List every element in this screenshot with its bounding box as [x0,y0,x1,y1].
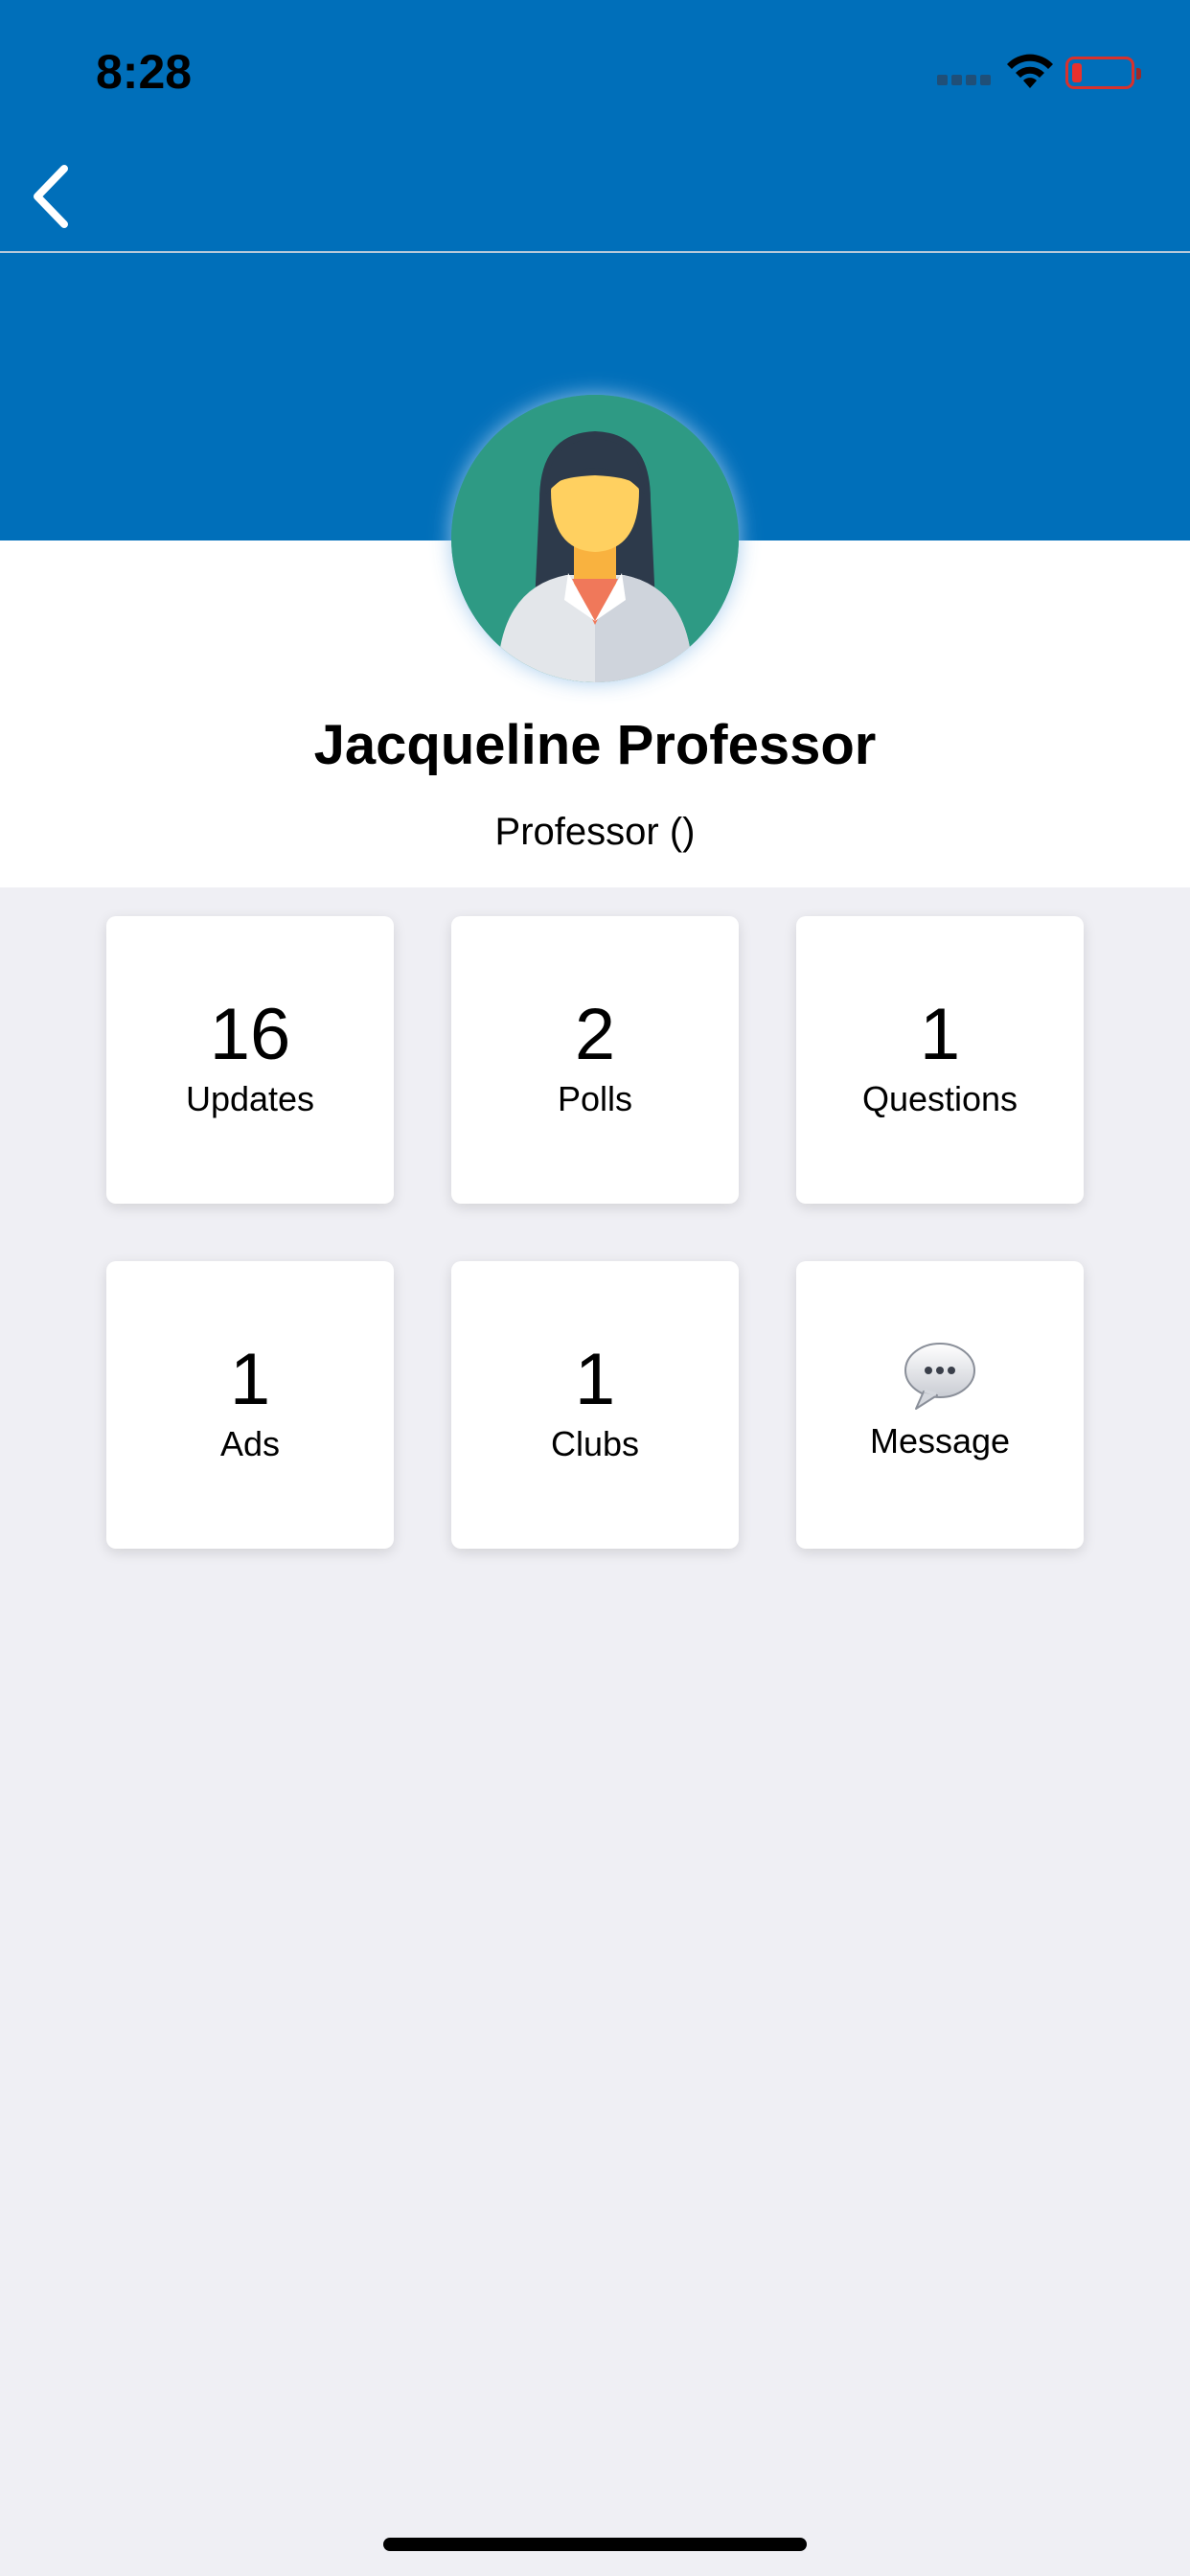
profile-role: Professor () [494,811,696,853]
polls-label: Polls [557,1079,633,1118]
stats-grid: 16 Updates 2 Polls 1 Questions 1 Ads 1 C… [106,916,1084,1549]
questions-count: 1 [919,994,961,1075]
clubs-label: Clubs [550,1424,640,1463]
updates-label: Updates [185,1079,315,1118]
questions-tile[interactable]: 1 Questions [796,916,1084,1204]
updates-tile[interactable]: 16 Updates [106,916,394,1204]
chevron-left-icon [34,165,68,228]
polls-count: 2 [574,994,616,1075]
navbar [0,144,1190,253]
message-button[interactable]: Message [796,1261,1084,1549]
message-label: Message [869,1421,1011,1460]
speech-bubble-icon [904,1343,975,1410]
cellular-signal-icon [937,75,993,86]
updates-count: 16 [209,994,291,1075]
battery-low-icon [1065,57,1141,89]
status-time: 8:28 [96,45,193,99]
clubs-tile[interactable]: 1 Clubs [451,1261,739,1549]
questions-label: Questions [861,1079,1018,1118]
ads-label: Ads [219,1424,281,1463]
ads-tile[interactable]: 1 Ads [106,1261,394,1549]
female-professor-avatar-icon [451,395,739,682]
home-indicator [383,2538,807,2551]
wifi-icon [1007,54,1053,88]
profile-name: Jacqueline Professor [313,714,877,776]
back-button[interactable] [17,153,84,240]
status-bar: 8:28 [0,0,1190,144]
avatar [451,395,739,682]
clubs-count: 1 [574,1339,616,1420]
polls-tile[interactable]: 2 Polls [451,916,739,1204]
ads-count: 1 [229,1339,271,1420]
